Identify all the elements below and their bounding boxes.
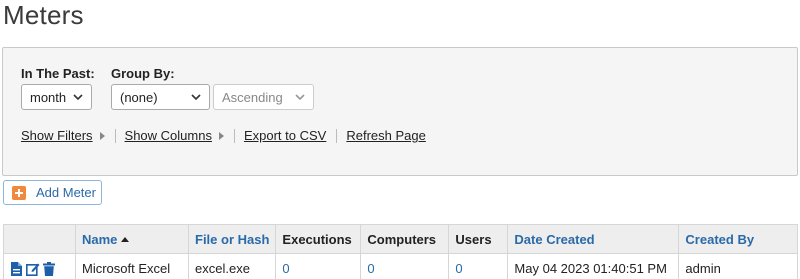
cell-executions-link[interactable]: 0 xyxy=(275,253,362,279)
page-title: Meters xyxy=(3,0,84,30)
column-header-actions xyxy=(3,224,76,254)
refresh-page-link[interactable]: Refresh Page xyxy=(346,128,426,143)
divider xyxy=(233,128,235,143)
plus-icon xyxy=(12,185,26,200)
divider xyxy=(336,128,338,143)
past-label: In The Past: xyxy=(21,66,95,81)
cell-created-by: admin xyxy=(678,253,799,279)
delete-icon[interactable] xyxy=(43,261,55,276)
show-filters-link[interactable]: Show Filters xyxy=(21,128,93,143)
column-header-name[interactable]: Name xyxy=(75,224,189,254)
chevron-down-icon xyxy=(73,94,83,101)
add-meter-button[interactable]: Add Meter xyxy=(3,180,102,205)
sort-ascending-icon xyxy=(121,236,130,242)
table-row: Microsoft Excel excel.exe 0 0 0 May 04 2… xyxy=(3,253,799,279)
group-by-label: Group By: xyxy=(111,66,175,81)
past-period-select[interactable]: month xyxy=(21,84,92,110)
export-csv-link[interactable]: Export to CSV xyxy=(244,128,326,143)
column-header-created-by[interactable]: Created By xyxy=(678,224,799,254)
column-header-users[interactable]: Users xyxy=(448,224,509,254)
cell-file: excel.exe xyxy=(187,253,277,279)
meters-table: Name File or Hash Executions Computers U… xyxy=(3,224,799,279)
sort-order-value: Ascending xyxy=(222,89,283,105)
filter-links: Show Filters Show Columns Export to CSV … xyxy=(21,128,426,143)
past-period-value: month xyxy=(30,89,67,105)
group-by-select[interactable]: (none) xyxy=(111,84,210,110)
column-header-computers[interactable]: Computers xyxy=(360,224,450,254)
column-header-file[interactable]: File or Hash xyxy=(187,224,277,254)
chevron-down-icon xyxy=(295,94,305,101)
caret-right-icon xyxy=(99,131,105,140)
row-actions xyxy=(3,253,76,279)
table-header-row: Name File or Hash Executions Computers U… xyxy=(3,224,799,254)
details-icon[interactable] xyxy=(10,261,23,276)
cell-date-created: May 04 2023 01:40:51 PM xyxy=(507,253,680,279)
filter-panel: In The Past: Group By: month (none) Asce… xyxy=(2,47,798,176)
group-by-value: (none) xyxy=(120,89,158,105)
caret-right-icon xyxy=(218,131,224,140)
sort-order-select[interactable]: Ascending xyxy=(213,84,314,110)
cell-computers-link[interactable]: 0 xyxy=(360,253,450,279)
cell-name: Microsoft Excel xyxy=(75,253,189,279)
divider xyxy=(114,128,116,143)
chevron-down-icon xyxy=(191,94,201,101)
column-header-date-created[interactable]: Date Created xyxy=(507,224,680,254)
column-header-executions[interactable]: Executions xyxy=(275,224,362,254)
cell-users-link[interactable]: 0 xyxy=(448,253,509,279)
show-columns-link[interactable]: Show Columns xyxy=(125,128,212,143)
edit-icon[interactable] xyxy=(26,262,40,276)
add-meter-label: Add Meter xyxy=(36,185,96,200)
